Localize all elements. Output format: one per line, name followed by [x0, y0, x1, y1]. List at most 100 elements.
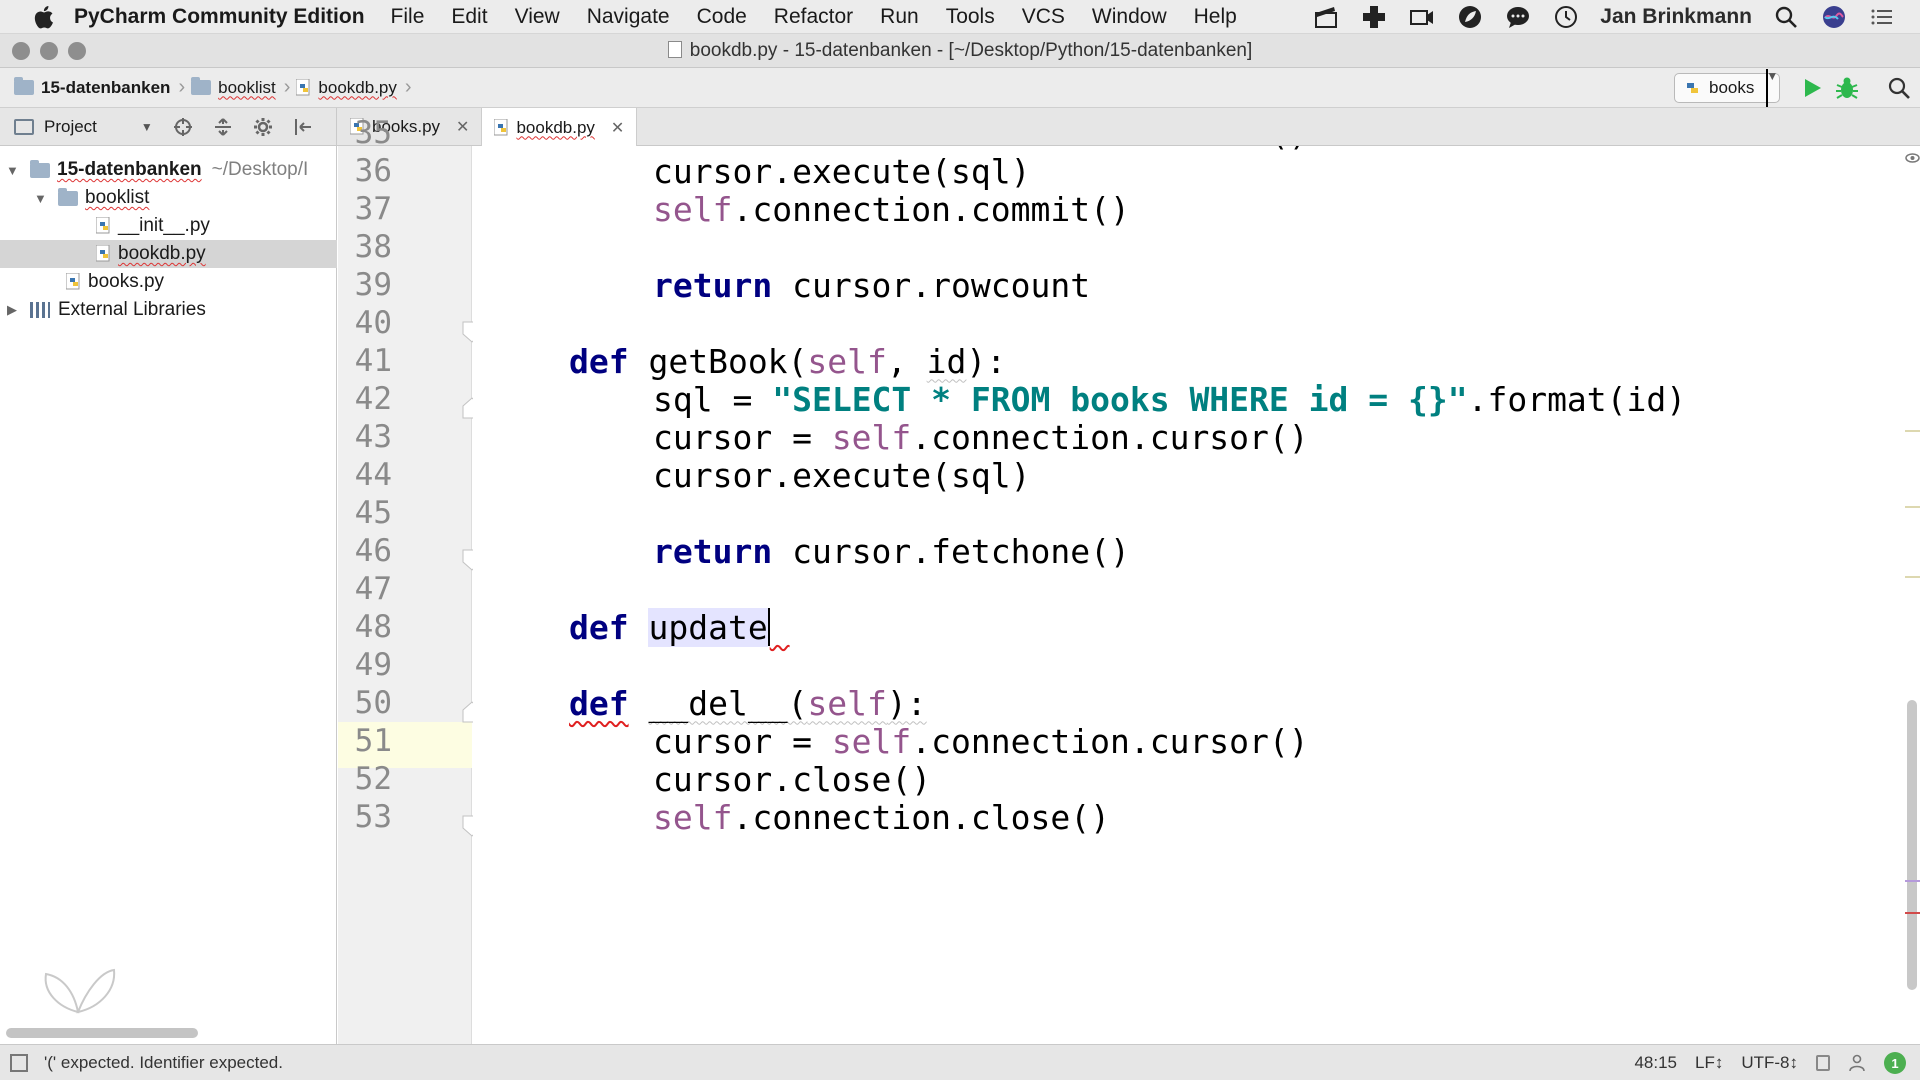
debug-button[interactable] [1834, 75, 1860, 101]
menu-edit[interactable]: Edit [451, 5, 487, 29]
folder-icon [30, 159, 50, 178]
user-name[interactable]: Jan Brinkmann [1600, 5, 1752, 29]
line-separator[interactable]: LF↕ [1695, 1053, 1723, 1073]
gear-icon[interactable] [253, 117, 273, 137]
siri-icon[interactable] [1820, 3, 1848, 31]
line-number: 48 [354, 609, 392, 645]
search-everywhere-icon[interactable] [1886, 75, 1912, 101]
tree-item-books-py[interactable]: books.py [0, 268, 337, 296]
breadcrumb: 15-datenbanken › booklist › bookdb.py › [0, 68, 418, 108]
menu-tools[interactable]: Tools [946, 5, 995, 29]
locate-target-icon[interactable] [173, 117, 193, 137]
file-encoding[interactable]: UTF-8↕ [1741, 1053, 1798, 1073]
spotlight-search-icon[interactable] [1772, 3, 1800, 31]
close-icon[interactable]: ✕ [456, 117, 469, 137]
line-number: 38 [354, 229, 392, 265]
python-file-icon [66, 273, 80, 290]
tree-file-label: bookdb.py [118, 243, 206, 264]
menu-navigate[interactable]: Navigate [587, 5, 670, 29]
tree-root-path: ~/Desktop/I [211, 159, 309, 180]
tree-item-booklist[interactable]: ▼ booklist [0, 184, 337, 212]
code-line-44: cursor.execute(sql) [653, 455, 1031, 495]
tab-bookdb-py[interactable]: bookdb.py ✕ [482, 108, 638, 147]
scrollbar-marker[interactable] [1905, 880, 1920, 882]
tree-root-label: 15-datenbanken [57, 159, 202, 180]
camera-icon[interactable] [1408, 3, 1436, 31]
menu-file[interactable]: File [391, 5, 425, 29]
window-title-text: bookdb.py - 15-datenbanken - [~/Desktop/… [689, 40, 1253, 61]
apple-menu-icon[interactable] [26, 0, 60, 34]
collapse-all-icon[interactable] [213, 117, 233, 137]
expanded-triangle-icon[interactable]: ▼ [6, 163, 19, 178]
tree-file-label: __init__.py [118, 215, 210, 236]
leaf-icon[interactable] [1456, 3, 1484, 31]
chevron-down-icon[interactable]: ▼ [141, 120, 153, 134]
menu-app-name[interactable]: PyCharm Community Edition [74, 5, 365, 29]
scrollbar-marker[interactable] [1905, 430, 1920, 432]
tool-windows-toggle-icon[interactable] [10, 1053, 28, 1072]
run-configuration-select[interactable]: books ▼ [1674, 69, 1780, 107]
scrollbar-thumb[interactable] [1907, 700, 1917, 990]
clapperboard-icon[interactable] [1312, 3, 1340, 31]
breadcrumb-folder[interactable]: booklist [218, 78, 276, 98]
line-number: 49 [354, 647, 392, 683]
eye-icon[interactable] [1905, 152, 1920, 164]
window-title-bar: bookdb.py - 15-datenbanken - [~/Desktop/… [0, 34, 1920, 68]
chevron-right-icon: › [404, 76, 412, 98]
tree-item-init-py[interactable]: __init__.py [0, 212, 337, 240]
code-line-48: def update [569, 607, 770, 647]
menu-vcs[interactable]: VCS [1022, 5, 1065, 29]
lock-icon[interactable] [1816, 1055, 1830, 1071]
menu-help[interactable]: Help [1194, 5, 1237, 29]
collapsed-triangle-icon[interactable]: ▶ [6, 302, 18, 318]
notification-center-icon[interactable] [1868, 3, 1896, 31]
scrollbar-error-marker[interactable] [1905, 912, 1920, 914]
scrollbar-marker[interactable] [1905, 576, 1920, 578]
chat-bubble-icon[interactable] [1504, 3, 1532, 31]
line-number: 37 [354, 191, 392, 227]
tree-item-bookdb-py[interactable]: bookdb.py [0, 240, 337, 268]
chevron-right-icon: › [283, 76, 291, 98]
event-log-badge[interactable]: 1 [1884, 1052, 1906, 1074]
tree-item-project-root[interactable]: ▼ 15-datenbanken ~/Desktop/I [0, 156, 337, 184]
status-bar: '(' expected. Identifier expected. 48:15… [0, 1044, 1920, 1080]
status-message: '(' expected. Identifier expected. [44, 1052, 283, 1072]
plus-cross-icon[interactable] [1360, 3, 1388, 31]
hide-panel-icon[interactable] [293, 117, 313, 137]
run-button[interactable] [1800, 76, 1824, 100]
time-machine-icon[interactable] [1552, 3, 1580, 31]
tree-libraries-label: External Libraries [58, 299, 206, 320]
scrollbar-marker[interactable] [1905, 506, 1920, 508]
menu-refactor[interactable]: Refactor [774, 5, 853, 29]
line-number: 51 [354, 723, 392, 759]
folder-icon [58, 187, 78, 206]
line-number: 47 [354, 571, 392, 607]
breadcrumb-file[interactable]: bookdb.py [318, 78, 396, 98]
python-file-icon [96, 245, 110, 262]
line-numbers: 35 36 37 38 39 40 41 42 43 44 45 46 47 4… [338, 115, 482, 1044]
line-number: 53 [354, 799, 392, 835]
expanded-triangle-icon[interactable]: ▼ [34, 191, 47, 206]
inspector-person-icon[interactable] [1848, 1054, 1866, 1072]
python-icon [1687, 83, 1698, 93]
breadcrumb-project[interactable]: 15-datenbanken [41, 78, 170, 98]
code-line-53: self .connection.close() [653, 797, 1110, 837]
tree-horizontal-scrollbar[interactable] [6, 1028, 198, 1038]
tool-header-row: Project ▼ books.py ✕ bookdb.py ✕ [0, 108, 1920, 147]
tree-item-external-libraries[interactable]: ▶ External Libraries [0, 296, 337, 324]
code-editor[interactable]: cursor = self.connection.cursor() cursor… [473, 146, 1905, 1044]
menu-window[interactable]: Window [1092, 5, 1167, 29]
code-line-39: return cursor.rowcount [653, 265, 1091, 305]
editor-vertical-scrollbar[interactable] [1905, 146, 1920, 1044]
project-tree: ▼ 15-datenbanken ~/Desktop/I ▼ booklist … [0, 146, 337, 1044]
caret-position[interactable]: 48:15 [1634, 1053, 1677, 1073]
menu-view[interactable]: View [515, 5, 560, 29]
menu-run[interactable]: Run [880, 5, 919, 29]
menu-code[interactable]: Code [697, 5, 747, 29]
project-panel-label[interactable]: Project [44, 117, 97, 137]
folder-icon [191, 77, 212, 95]
python-file-icon [296, 78, 310, 95]
close-icon[interactable]: ✕ [611, 118, 624, 138]
butterfly-watermark-icon [44, 968, 116, 1014]
project-panel-header: Project ▼ [0, 108, 337, 146]
